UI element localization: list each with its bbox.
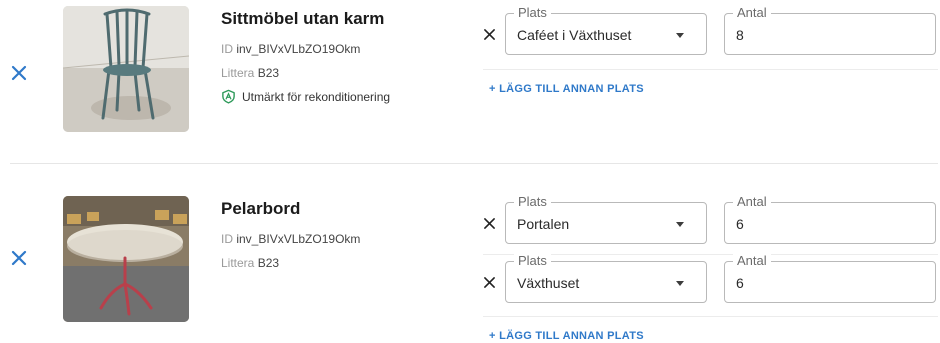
quantity-label: Antal — [733, 253, 771, 269]
inventory-item: Sittmöbel utan karm ID inv_BIVxVLbZO19Ok… — [0, 0, 940, 163]
close-icon — [11, 250, 27, 266]
place-select[interactable]: Plats Caféet i Växthuset — [505, 5, 707, 55]
badge-label: Utmärkt för rekonditionering — [242, 89, 391, 104]
remove-item-button[interactable] — [8, 247, 30, 269]
quantity-value: 8 — [736, 27, 744, 43]
place-select[interactable]: Plats Växthuset — [505, 253, 707, 303]
status-badge: Utmärkt för rekonditionering — [221, 89, 390, 104]
id-value: inv_BIVxVLbZO19Okm — [236, 42, 361, 56]
close-icon — [483, 217, 495, 229]
place-value: Portalen — [517, 216, 570, 232]
location-row: Plats Växthuset Antal 6 — [478, 253, 938, 303]
item-title: Sittmöbel utan karm — [221, 9, 385, 28]
caret-down-icon — [676, 33, 684, 38]
row-divider — [483, 69, 938, 70]
caret-down-icon — [676, 222, 684, 227]
place-label: Plats — [514, 253, 551, 269]
item-id: ID inv_BIVxVLbZO19Okm — [221, 41, 390, 57]
quantity-field[interactable]: Antal 8 — [724, 5, 936, 55]
quantity-value: 6 — [736, 275, 744, 291]
item-info: Sittmöbel utan karm ID inv_BIVxVLbZO19Ok… — [221, 9, 390, 104]
place-select[interactable]: Plats Portalen — [505, 194, 707, 244]
remove-location-button[interactable] — [480, 273, 498, 291]
caret-down-icon — [676, 281, 684, 286]
id-label: ID — [221, 232, 233, 246]
item-title: Pelarbord — [221, 199, 301, 218]
quantity-field[interactable]: Antal 6 — [724, 253, 936, 303]
item-divider — [10, 163, 938, 164]
quantity-label: Antal — [733, 5, 771, 21]
add-location-link[interactable]: + LÄGG TILL ANNAN PLATS — [489, 83, 644, 95]
location-row: Plats Caféet i Växthuset Antal 8 — [478, 5, 938, 55]
item-id: ID inv_BIVxVLbZO19Okm — [221, 231, 360, 247]
remove-location-button[interactable] — [480, 25, 498, 43]
id-value: inv_BIVxVLbZO19Okm — [236, 232, 361, 246]
product-image-table — [63, 196, 189, 322]
add-location-link[interactable]: + LÄGG TILL ANNAN PLATS — [489, 330, 644, 342]
row-divider — [483, 254, 938, 255]
item-littera: Littera B23 — [221, 65, 390, 81]
littera-value: B23 — [257, 256, 280, 270]
product-image-chair — [63, 6, 189, 132]
quantity-label: Antal — [733, 194, 771, 210]
shield-check-icon — [222, 89, 235, 104]
remove-location-button[interactable] — [480, 214, 498, 232]
inventory-item: Pelarbord ID inv_BIVxVLbZO19Okm Littera … — [0, 165, 940, 343]
place-value: Växthuset — [517, 275, 580, 291]
item-info: Pelarbord ID inv_BIVxVLbZO19Okm Littera … — [221, 199, 360, 271]
place-value: Caféet i Växthuset — [517, 27, 632, 43]
remove-item-button[interactable] — [8, 62, 30, 84]
quantity-value: 6 — [736, 216, 744, 232]
close-icon — [11, 65, 27, 81]
id-label: ID — [221, 42, 233, 56]
littera-label: Littera — [221, 66, 255, 80]
quantity-field[interactable]: Antal 6 — [724, 194, 936, 244]
row-divider — [483, 316, 938, 317]
item-littera: Littera B23 — [221, 255, 360, 271]
littera-value: B23 — [257, 66, 280, 80]
littera-label: Littera — [221, 256, 255, 270]
close-icon — [483, 28, 495, 40]
place-label: Plats — [514, 5, 551, 21]
location-row: Plats Portalen Antal 6 — [478, 194, 938, 244]
close-icon — [483, 276, 495, 288]
place-label: Plats — [514, 194, 551, 210]
